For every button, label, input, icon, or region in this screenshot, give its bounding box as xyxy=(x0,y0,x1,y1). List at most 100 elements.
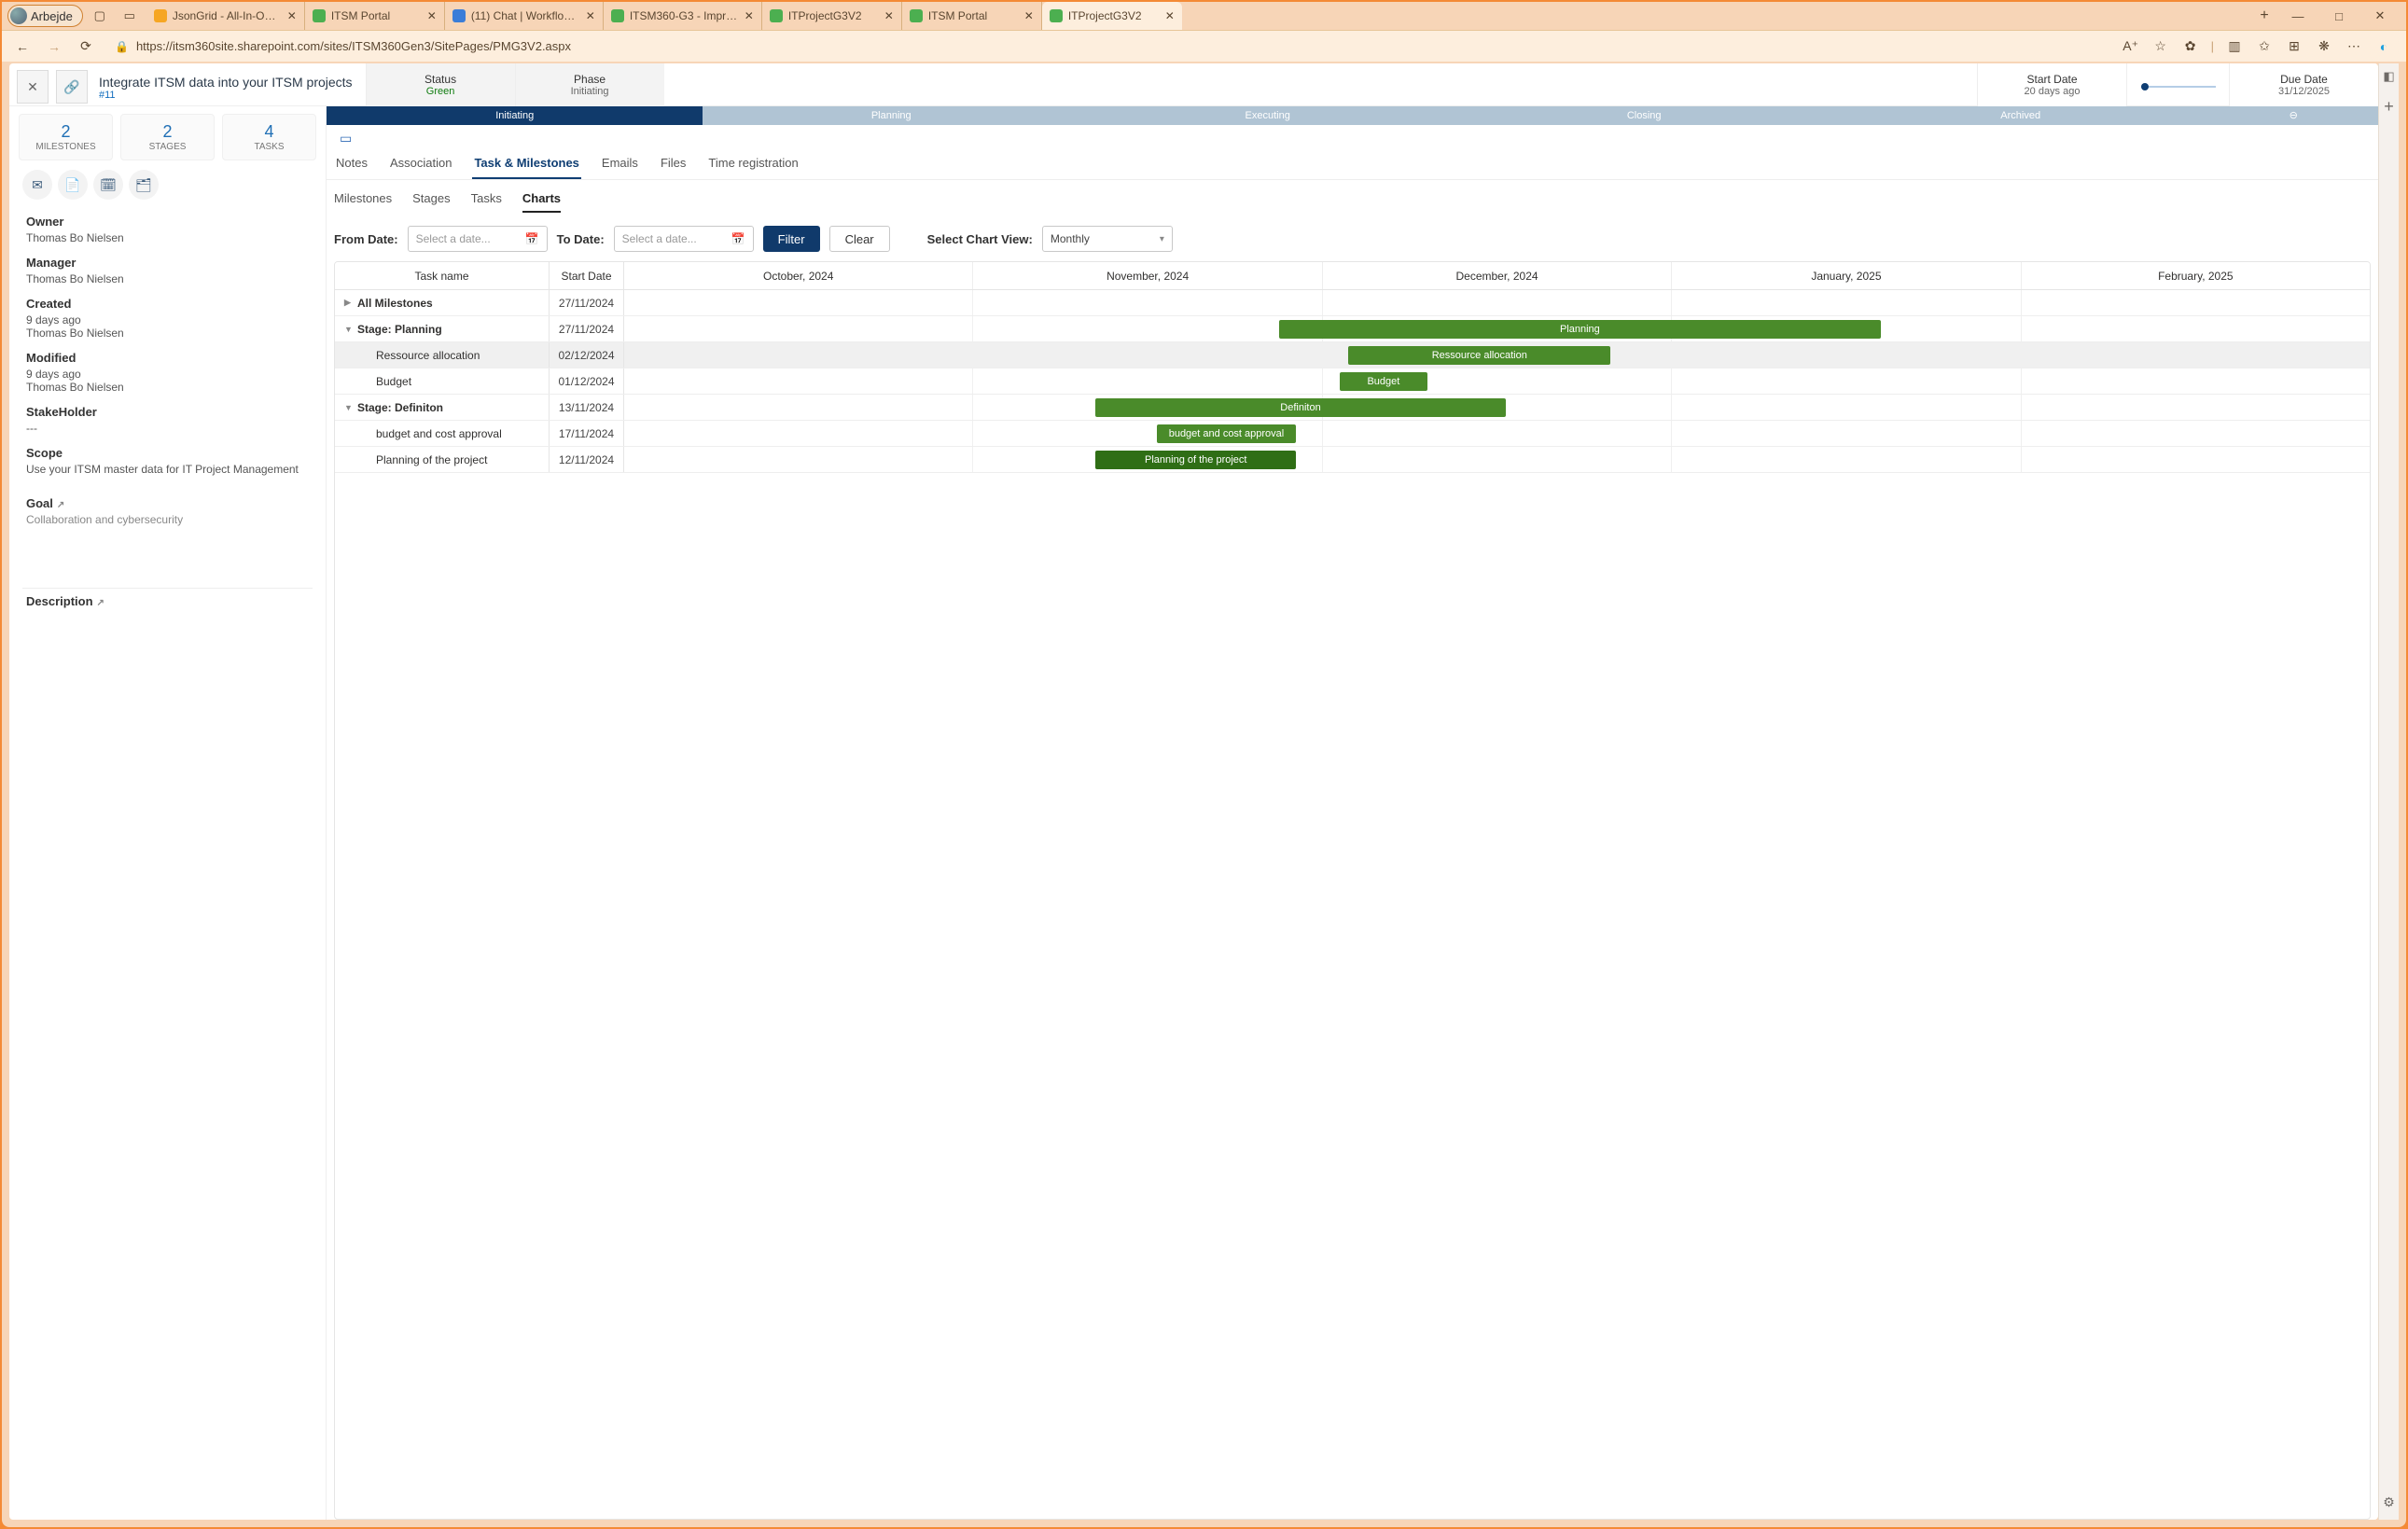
close-tab-icon[interactable]: ✕ xyxy=(287,9,297,22)
calendar-icon[interactable]: 🗓 xyxy=(93,170,123,200)
forward-button[interactable]: → xyxy=(41,34,67,60)
profile-switcher[interactable]: Arbejde xyxy=(7,5,83,27)
month-header: December, 2024 xyxy=(1323,262,1672,289)
link-button[interactable]: 🔗 xyxy=(56,70,88,104)
gantt-row[interactable]: Budget01/12/2024Budget xyxy=(335,368,2370,395)
close-tab-icon[interactable]: ✕ xyxy=(745,9,754,22)
phase-collapse-icon[interactable]: ⊖ xyxy=(2208,106,2378,125)
caret-icon[interactable]: ▼ xyxy=(344,403,354,412)
browser-tab[interactable]: ITProjectG3V2✕ xyxy=(762,2,902,30)
from-date-input[interactable]: Select a date... 📅 xyxy=(408,226,548,252)
email-icon[interactable]: ✉ xyxy=(22,170,52,200)
sub-tab[interactable]: Tasks xyxy=(471,191,502,213)
browser-tab[interactable]: (11) Chat | Workflows | ✕ xyxy=(445,2,604,30)
minimize-button[interactable]: — xyxy=(2277,2,2318,30)
refresh-button[interactable]: ⟳ xyxy=(73,34,99,60)
maximize-button[interactable]: □ xyxy=(2318,2,2359,30)
caret-icon[interactable]: ▶ xyxy=(344,298,354,308)
caret-icon[interactable]: ▼ xyxy=(344,325,354,334)
browser-tab[interactable]: JsonGrid - All-In-One JS✕ xyxy=(146,2,305,30)
main-tab[interactable]: Time registration xyxy=(706,156,800,179)
favorite-icon[interactable]: ☆ xyxy=(2151,38,2170,54)
main-tab[interactable]: Task & Milestones xyxy=(472,156,580,179)
phase-chip[interactable]: Planning xyxy=(703,106,1079,125)
favicon xyxy=(452,9,466,22)
phase-chip[interactable]: Archived xyxy=(1832,106,2208,125)
favorites-bar-icon[interactable]: ✩ xyxy=(2255,38,2274,54)
main-tab[interactable]: Association xyxy=(388,156,453,179)
count-card[interactable]: 4TASKS xyxy=(222,114,316,160)
gantt-row[interactable]: Planning of the project12/11/2024Plannin… xyxy=(335,447,2370,473)
close-tab-icon[interactable]: ✕ xyxy=(586,9,595,22)
gantt-row[interactable]: ▼Stage: Planning27/11/2024Planning xyxy=(335,316,2370,342)
chart-view-select[interactable]: Monthly ▾ xyxy=(1042,226,1173,252)
gantt-row[interactable]: ▼Stage: Definiton13/11/2024Definiton xyxy=(335,395,2370,421)
gantt-chart-cell: Definiton xyxy=(624,395,2370,420)
extensions-icon[interactable]: ✿ xyxy=(2181,38,2200,54)
back-button[interactable]: ← xyxy=(9,34,35,60)
gantt-bar[interactable]: Planning of the project xyxy=(1095,451,1296,469)
main-tab[interactable]: Files xyxy=(659,156,688,179)
stakeholder-value: --- xyxy=(26,422,309,435)
browser-tab[interactable]: ITSM Portal✕ xyxy=(305,2,445,30)
clear-button[interactable]: Clear xyxy=(829,226,890,252)
close-tab-icon[interactable]: ✕ xyxy=(1165,9,1175,22)
phase-chip[interactable]: Executing xyxy=(1079,106,1455,125)
browser-tab[interactable]: ITProjectG3V2✕ xyxy=(1042,2,1182,30)
workspaces-icon[interactable]: ▢ xyxy=(87,3,113,29)
scope-label: Scope xyxy=(26,446,309,460)
gantt-bar[interactable]: Ressource allocation xyxy=(1348,346,1610,365)
tab-actions-icon[interactable]: ▭ xyxy=(117,3,143,29)
phase-chip[interactable]: Initiating xyxy=(327,106,703,125)
browser-tab[interactable]: ITSM Portal✕ xyxy=(902,2,1042,30)
main-tab[interactable]: Notes xyxy=(334,156,369,179)
sidebar-toggle-icon[interactable]: ◧ xyxy=(2383,69,2394,84)
count-card[interactable]: 2MILESTONES xyxy=(19,114,113,160)
sub-tab[interactable]: Milestones xyxy=(334,191,392,213)
close-panel-button[interactable]: ✕ xyxy=(17,70,49,104)
page-content: ✕ 🔗 Integrate ITSM data into your ITSM p… xyxy=(9,63,2378,1520)
document-icon[interactable]: 📄 xyxy=(58,170,88,200)
record-title: Integrate ITSM data into your ITSM proje… xyxy=(99,75,353,90)
gantt-bar[interactable]: Budget xyxy=(1340,372,1427,391)
scope-value: Use your ITSM master data for IT Project… xyxy=(26,463,309,476)
collections-icon[interactable]: ⊞ xyxy=(2285,38,2304,54)
count-card[interactable]: 2STAGES xyxy=(120,114,215,160)
browser-tab[interactable]: ITSM360-G3 - Improvem✕ xyxy=(604,2,762,30)
folder-icon[interactable]: 🗂 xyxy=(129,170,159,200)
to-date-input[interactable]: Select a date... 📅 xyxy=(614,226,754,252)
close-tab-icon[interactable]: ✕ xyxy=(1024,9,1034,22)
gantt-chart-cell: Planning of the project xyxy=(624,447,2370,472)
sub-tab[interactable]: Charts xyxy=(522,191,561,213)
gantt-bar[interactable]: budget and cost approval xyxy=(1157,424,1297,443)
sidebar-add-icon[interactable]: + xyxy=(2384,97,2394,117)
gantt-row[interactable]: ▶All Milestones27/11/2024 xyxy=(335,290,2370,316)
copilot-icon[interactable]: ◐ xyxy=(2374,39,2393,54)
new-tab-button[interactable]: + xyxy=(2251,7,2277,24)
gantt-row[interactable]: Ressource allocation02/12/2024Ressource … xyxy=(335,342,2370,368)
external-link-icon[interactable]: ↗ xyxy=(97,598,104,608)
reading-list-icon[interactable]: ▥ xyxy=(2225,38,2244,54)
status-label: Status xyxy=(425,73,456,86)
start-date-card: Start Date 20 days ago xyxy=(1977,63,2126,106)
card-icon[interactable]: ▭ xyxy=(327,125,2378,146)
browser-tools-icon[interactable]: ❋ xyxy=(2315,38,2333,54)
read-aloud-icon[interactable]: A⁺ xyxy=(2122,38,2140,54)
sub-tab[interactable]: Stages xyxy=(412,191,450,213)
main-tabs: Notes Association Task & Milestones Emails F… xyxy=(327,146,2378,180)
main-tab[interactable]: Emails xyxy=(600,156,640,179)
external-link-icon[interactable]: ↗ xyxy=(57,500,64,510)
close-tab-icon[interactable]: ✕ xyxy=(884,9,894,22)
close-window-button[interactable]: ✕ xyxy=(2359,2,2401,30)
gantt-bar[interactable]: Planning xyxy=(1279,320,1881,339)
tabs-strip: JsonGrid - All-In-One JS✕ITSM Portal✕(11… xyxy=(146,2,2251,30)
gantt-start-date: 02/12/2024 xyxy=(550,342,624,368)
gantt-row[interactable]: budget and cost approval17/11/2024budget… xyxy=(335,421,2370,447)
more-icon[interactable]: ⋯ xyxy=(2345,38,2363,54)
close-tab-icon[interactable]: ✕ xyxy=(427,9,437,22)
filter-button[interactable]: Filter xyxy=(763,226,820,252)
sidebar-settings-icon[interactable]: ⚙ xyxy=(2383,1494,2395,1510)
address-bar[interactable]: 🔒 https://itsm360site.sharepoint.com/sit… xyxy=(104,35,2110,59)
phase-chip[interactable]: Closing xyxy=(1455,106,1831,125)
gantt-bar[interactable]: Definiton xyxy=(1095,398,1506,417)
